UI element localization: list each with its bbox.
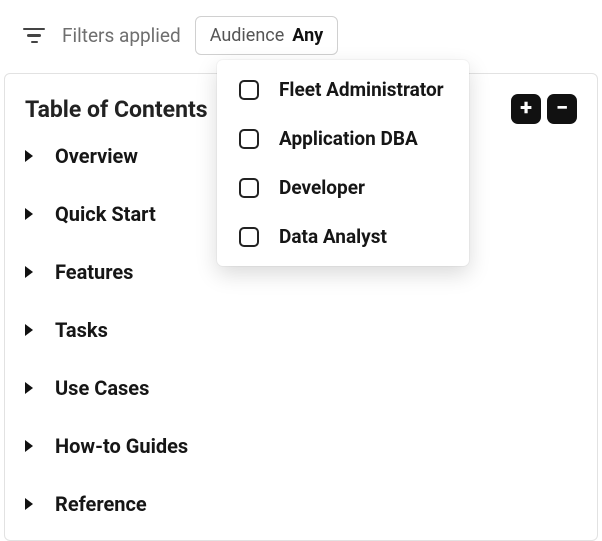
minus-icon: − xyxy=(556,98,568,120)
expand-all-button[interactable]: + xyxy=(511,94,541,124)
filters-applied-label: Filters applied xyxy=(62,24,181,47)
audience-filter-label: Audience xyxy=(210,25,285,46)
toc-item-tasks[interactable]: Tasks xyxy=(25,318,577,342)
audience-filter-chip[interactable]: Audience Any xyxy=(195,16,339,55)
audience-option-label: Data Analyst xyxy=(279,225,387,248)
audience-option-fleet-administrator[interactable]: Fleet Administrator xyxy=(239,78,449,101)
toc-item-label: Quick Start xyxy=(55,202,156,226)
toc-item-label: Overview xyxy=(55,144,138,168)
toc-item-label: How-to Guides xyxy=(55,434,188,458)
toc-item-reference[interactable]: Reference xyxy=(25,492,577,516)
audience-option-label: Fleet Administrator xyxy=(279,78,444,101)
toc-item-use-cases[interactable]: Use Cases xyxy=(25,376,577,400)
expand-collapse-group: + − xyxy=(511,94,577,124)
audience-option-application-dba[interactable]: Application DBA xyxy=(239,127,449,150)
audience-dropdown[interactable]: Fleet Administrator Application DBA Deve… xyxy=(217,60,469,266)
triangle-right-icon xyxy=(25,382,33,394)
filter-bar: Filters applied Audience Any xyxy=(0,0,602,63)
checkbox-icon[interactable] xyxy=(239,129,259,149)
collapse-all-button[interactable]: − xyxy=(547,94,577,124)
toc-item-label: Tasks xyxy=(55,318,108,342)
toc-item-how-to-guides[interactable]: How-to Guides xyxy=(25,434,577,458)
checkbox-icon[interactable] xyxy=(239,227,259,247)
toc-item-label: Reference xyxy=(55,492,147,516)
toc-item-label: Features xyxy=(55,260,133,284)
plus-icon: + xyxy=(520,98,532,120)
audience-option-label: Application DBA xyxy=(279,127,418,150)
triangle-right-icon xyxy=(25,150,33,162)
audience-option-label: Developer xyxy=(279,176,365,199)
triangle-right-icon xyxy=(25,208,33,220)
audience-option-developer[interactable]: Developer xyxy=(239,176,449,199)
toc-title: Table of Contents xyxy=(25,96,208,123)
audience-filter-value: Any xyxy=(292,25,323,46)
filter-icon[interactable] xyxy=(20,26,48,46)
checkbox-icon[interactable] xyxy=(239,178,259,198)
content-panel: Table of Contents + − Overview Quick Sta… xyxy=(4,73,598,541)
checkbox-icon[interactable] xyxy=(239,80,259,100)
triangle-right-icon xyxy=(25,498,33,510)
audience-option-data-analyst[interactable]: Data Analyst xyxy=(239,225,449,248)
triangle-right-icon xyxy=(25,440,33,452)
triangle-right-icon xyxy=(25,266,33,278)
triangle-right-icon xyxy=(25,324,33,336)
toc-item-label: Use Cases xyxy=(55,376,149,400)
